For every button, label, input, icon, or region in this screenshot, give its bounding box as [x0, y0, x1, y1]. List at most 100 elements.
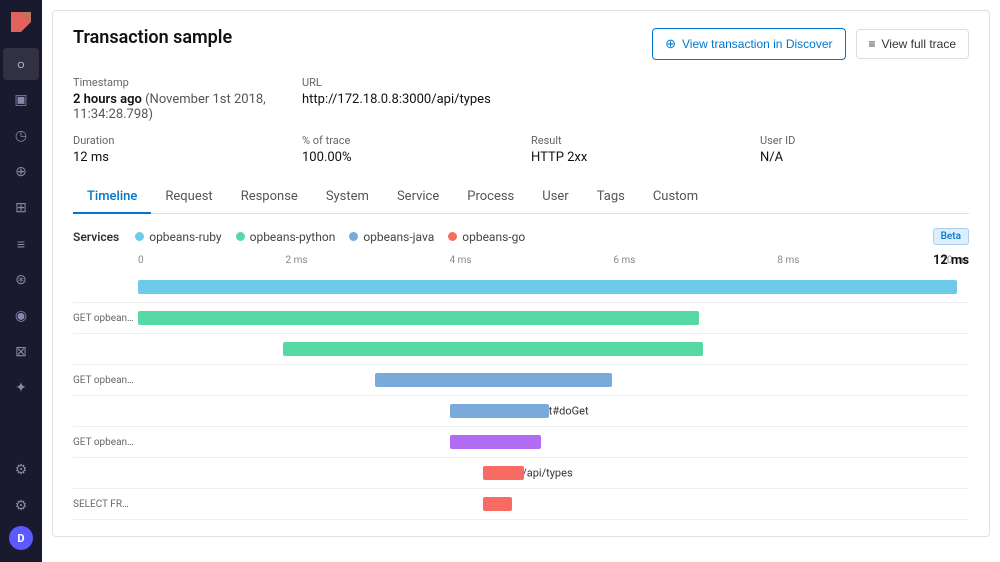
trace-bar[interactable]	[450, 435, 541, 449]
ruler-tick: 4 ms	[449, 255, 471, 266]
timestamp-field: Timestamp 2 hours ago (November 1st 2018…	[73, 76, 282, 122]
service-color-dot	[236, 232, 245, 241]
trace-row: GET opbeans-java:3000	[73, 365, 969, 396]
trace-bar[interactable]	[138, 280, 957, 294]
trace-bar-area: ⚡ DispatcherServlet#doGet	[138, 396, 969, 426]
trace-bar[interactable]	[375, 373, 612, 387]
sidebar-item-ml[interactable]: ✦	[3, 372, 39, 404]
service-legend: opbeans-ruby opbeans-python opbeans-java op…	[135, 230, 525, 244]
ruler-ticks: 02 ms4 ms6 ms8 ms10 ms	[138, 255, 969, 266]
tab-service[interactable]: Service	[383, 181, 453, 214]
tab-process[interactable]: Process	[453, 181, 528, 214]
service-legend-opbeans-python: opbeans-python	[236, 230, 336, 244]
tab-custom[interactable]: Custom	[639, 181, 712, 214]
url-label: URL	[302, 76, 511, 89]
trace-bar[interactable]	[450, 404, 550, 418]
tab-bar: TimelineRequestResponseSystemServiceProc…	[73, 181, 969, 214]
panel-title: Transaction sample	[73, 27, 232, 48]
timeline-chart: 02 ms4 ms6 ms8 ms10 ms 12 ms ⚡ RackGET o…	[73, 255, 969, 520]
view-in-discover-label: View transaction in Discover	[682, 37, 833, 51]
trace-bar-area: ⚡ GET opbeans.views.product_types	[138, 334, 969, 364]
tab-response[interactable]: Response	[227, 181, 312, 214]
duration-field: Duration 12 ms	[73, 134, 282, 165]
sidebar-item-menu[interactable]: ≡	[3, 228, 39, 260]
tab-timeline[interactable]: Timeline	[73, 181, 151, 214]
trace-bar-area: ⚡ Rack	[138, 272, 969, 302]
ruler-tick: 0	[138, 255, 144, 266]
compass-icon: ⊕	[665, 36, 676, 52]
trace-bar[interactable]	[283, 342, 703, 356]
service-color-dot	[135, 232, 144, 241]
view-full-trace-label: View full trace	[882, 37, 956, 51]
timestamp-value: 2 hours ago (November 1st 2018, 11:34:28…	[73, 92, 282, 122]
trace-bar-area	[138, 303, 969, 333]
duration-label: Duration	[73, 134, 282, 147]
sidebar-item-monitoring[interactable]: ◉	[3, 300, 39, 332]
user-id-label: User ID	[760, 134, 969, 147]
trace-bar-area	[138, 489, 969, 519]
sidebar-item-apm[interactable]: ○	[3, 48, 39, 80]
trace-row: ⚡ DispatcherServlet#doGet	[73, 396, 969, 427]
sidebar-item-time[interactable]: ◷	[3, 120, 39, 152]
sidebar-item-dashboard[interactable]: ▣	[3, 84, 39, 116]
sidebar-item-devtools[interactable]: ⚙	[3, 454, 39, 486]
ruler-end-label: 12 ms	[933, 253, 969, 268]
trace-row: ⚡ Rack	[73, 272, 969, 303]
tab-system[interactable]: System	[312, 181, 383, 214]
tab-tags[interactable]: Tags	[583, 181, 639, 214]
beta-badge: Beta	[933, 228, 969, 245]
trace-row-label: SELECT FROM product_types	[73, 499, 138, 510]
sidebar-item-logs[interactable]: ⊠	[3, 336, 39, 368]
service-name: opbeans-ruby	[149, 230, 221, 244]
tab-request[interactable]: Request	[151, 181, 226, 214]
timestamp-label: Timestamp	[73, 76, 282, 89]
trace-row: SELECT FROM product_types	[73, 489, 969, 520]
tab-user[interactable]: User	[528, 181, 582, 214]
sidebar-item-settings[interactable]: ⚙	[3, 490, 39, 522]
result-field: Result HTTP 2xx	[531, 134, 740, 165]
service-name: opbeans-python	[250, 230, 336, 244]
service-color-dot	[349, 232, 358, 241]
header-actions: ⊕ View transaction in Discover ≡ View fu…	[652, 28, 969, 60]
services-row: Services opbeans-rubyopbeans-pythonopbea…	[73, 228, 969, 245]
user-avatar[interactable]: D	[9, 526, 33, 550]
trace-row: ⚡ GET opbeans.views.product_types	[73, 334, 969, 365]
trace-bar-area	[138, 427, 969, 457]
logo[interactable]	[7, 8, 35, 36]
pct-trace-label: % of trace	[302, 134, 511, 147]
ruler-tick: 2 ms	[286, 255, 308, 266]
service-legend-opbeans-java: opbeans-java	[349, 230, 434, 244]
service-legend-opbeans-ruby: opbeans-ruby	[135, 230, 221, 244]
empty-cell	[531, 76, 740, 122]
ruler-tick: 6 ms	[613, 255, 635, 266]
services-left: Services opbeans-rubyopbeans-pythonopbea…	[73, 230, 525, 244]
url-field: URL http://172.18.0.8:3000/api/types	[302, 76, 511, 122]
sidebar-item-discover[interactable]: ⊞	[3, 192, 39, 224]
trace-row-label: GET opbeans-go	[73, 437, 138, 448]
ruler: 02 ms4 ms6 ms8 ms10 ms 12 ms	[73, 255, 969, 266]
metadata-grid: Timestamp 2 hours ago (November 1st 2018…	[73, 76, 969, 165]
service-legend-opbeans-go: opbeans-go	[448, 230, 525, 244]
result-label: Result	[531, 134, 740, 147]
result-value: HTTP 2xx	[531, 150, 740, 165]
trace-row: ⚡ GET /api/types	[73, 458, 969, 489]
user-id-value: N/A	[760, 150, 969, 165]
trace-bar[interactable]	[138, 311, 699, 325]
trace-rows: ⚡ RackGET opbeans-python⚡ GET opbeans.vi…	[73, 272, 969, 520]
service-name: opbeans-java	[363, 230, 434, 244]
transaction-panel: Transaction sample ⊕ View transaction in…	[52, 10, 990, 537]
user-id-field: User ID N/A	[760, 134, 969, 165]
trace-bar[interactable]	[483, 466, 525, 480]
trace-bar-area	[138, 365, 969, 395]
view-full-trace-button[interactable]: ≡ View full trace	[856, 29, 970, 59]
trace-bar-area: ⚡ GET /api/types	[138, 458, 969, 488]
trace-bar[interactable]	[483, 497, 512, 511]
ruler-tick: 8 ms	[777, 255, 799, 266]
view-in-discover-button[interactable]: ⊕ View transaction in Discover	[652, 28, 845, 60]
trace-row-label: GET opbeans-python	[73, 313, 138, 324]
service-color-dot	[448, 232, 457, 241]
trace-row: GET opbeans-go	[73, 427, 969, 458]
sidebar-item-apps[interactable]: ⊛	[3, 264, 39, 296]
sidebar-item-security[interactable]: ⊕	[3, 156, 39, 188]
pct-trace-value: 100.00%	[302, 150, 511, 165]
